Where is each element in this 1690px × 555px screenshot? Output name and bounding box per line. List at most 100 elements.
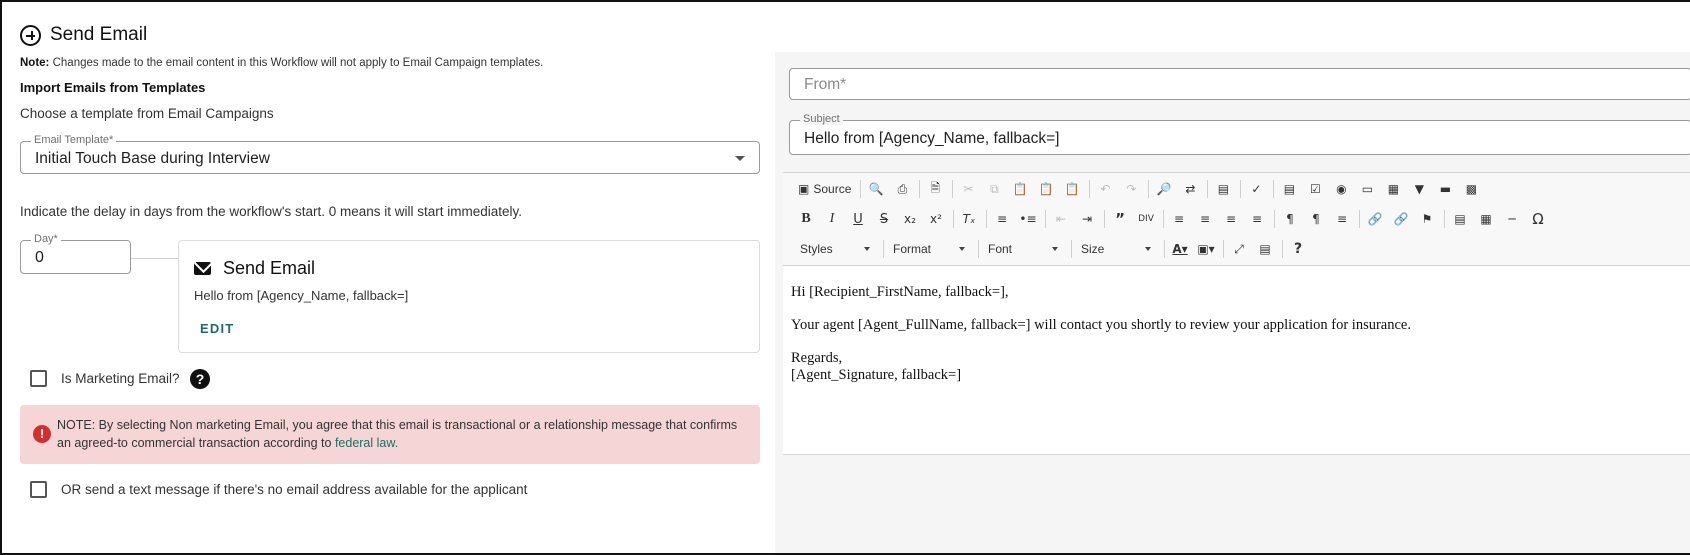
increase-indent-icon[interactable]: ⇥ [1076, 208, 1098, 230]
email-template-select[interactable]: Email Template* Initial Touch Base durin… [20, 134, 760, 174]
decrease-indent-icon[interactable]: ⇤ [1050, 208, 1072, 230]
delay-instructions: Indicate the delay in days from the work… [20, 204, 523, 219]
send-email-step-card: Send Email Hello from [Agency_Name, fall… [178, 240, 760, 353]
align-left-icon[interactable]: ≡ [1168, 208, 1190, 230]
import-heading: Import Emails from Templates [20, 80, 206, 95]
redo-icon[interactable]: ↷ [1120, 178, 1142, 200]
italic-icon[interactable]: I [821, 208, 843, 230]
federal-law-link[interactable]: federal law. [335, 436, 398, 450]
styles-dropdown[interactable]: Styles [795, 238, 875, 260]
radio-icon[interactable]: ◉ [1330, 178, 1352, 200]
sms-fallback-checkbox[interactable] [30, 481, 47, 498]
anchor-flag-icon[interactable]: ⚑ [1416, 208, 1438, 230]
link-icon[interactable]: 🔗 [1364, 208, 1386, 230]
font-dropdown[interactable]: Font [983, 238, 1063, 260]
source-button[interactable]: ▣ Source [795, 178, 854, 200]
day-value[interactable]: 0 [35, 249, 44, 267]
preview-icon[interactable]: 🔍 [865, 178, 887, 200]
format-dropdown[interactable]: Format [888, 238, 970, 260]
show-blocks-icon[interactable]: ▤ [1254, 238, 1276, 260]
button-icon[interactable]: ▬ [1434, 178, 1456, 200]
text-direction-rtl-icon[interactable]: ¶ [1305, 208, 1327, 230]
subject-value[interactable]: Hello from [Agency_Name, fallback=] [804, 130, 1059, 148]
subject-field[interactable]: Subject Hello from [Agency_Name, fallbac… [789, 113, 1690, 155]
checkbox-icon[interactable]: ☑ [1304, 178, 1326, 200]
hidden-field-icon[interactable]: ▩ [1460, 178, 1482, 200]
add-circle-icon [20, 24, 41, 46]
subscript-icon[interactable]: x₂ [899, 208, 921, 230]
form-icon[interactable]: ▤ [1278, 178, 1300, 200]
card-title: Send Email [223, 258, 316, 278]
alert-text: NOTE: By selecting Non marketing Email, … [57, 416, 747, 452]
sms-fallback-label: OR send a text message if there's no ema… [61, 482, 528, 497]
image-icon[interactable]: ▤ [1449, 208, 1471, 230]
superscript-icon[interactable]: x² [925, 208, 947, 230]
edit-button[interactable]: EDIT [200, 321, 234, 336]
error-icon: ! [33, 425, 51, 443]
unlink-icon[interactable]: 🔗 [1390, 208, 1412, 230]
paste-word-icon[interactable]: 📋 [1061, 178, 1083, 200]
align-center-icon[interactable]: ≡ [1194, 208, 1216, 230]
numbered-list-icon[interactable]: ≡ [991, 208, 1013, 230]
toolbar-divider [1089, 180, 1091, 198]
find-icon[interactable]: 🔎 [1153, 178, 1175, 200]
blockquote-icon[interactable]: ” [1109, 208, 1131, 230]
replace-icon[interactable]: ⇄ [1179, 178, 1201, 200]
print-icon[interactable]: ⎙ [891, 178, 913, 200]
help-icon[interactable]: ? [190, 369, 210, 389]
source-icon: ▣ [798, 182, 810, 196]
toolbar-row-3: Styles Format Font Size A▾ ▣▾ ⤢ ▤ ? [795, 238, 1313, 260]
toolbar-divider [1282, 240, 1283, 258]
textfield-icon[interactable]: ▭ [1356, 178, 1378, 200]
size-dropdown[interactable]: Size [1076, 238, 1156, 260]
align-right-icon[interactable]: ≡ [1220, 208, 1242, 230]
toolbar-divider [953, 210, 954, 228]
bold-icon[interactable]: B [795, 208, 817, 230]
marketing-email-checkbox[interactable] [30, 370, 47, 387]
note-prefix: Note: [20, 57, 50, 69]
toolbar-divider [1071, 240, 1072, 258]
select-field-icon[interactable]: ▼ [1408, 178, 1430, 200]
chevron-down-icon[interactable] [735, 156, 745, 161]
paste-icon[interactable]: 📋 [1009, 178, 1031, 200]
email-body-editor[interactable]: Hi [Recipient_FirstName, fallback=], You… [783, 266, 1690, 455]
copy-icon[interactable]: ⧉ [983, 178, 1005, 200]
language-icon[interactable]: ≡ [1331, 208, 1353, 230]
justify-icon[interactable]: ≡ [1246, 208, 1268, 230]
special-char-icon[interactable]: Ω [1527, 208, 1549, 230]
toolbar-divider [978, 240, 979, 258]
toolbar-divider [1223, 240, 1224, 258]
textarea-icon[interactable]: ▦ [1382, 178, 1404, 200]
spellcheck-icon[interactable]: ✓ [1245, 178, 1267, 200]
toolbar-divider [1273, 180, 1275, 198]
strikethrough-icon[interactable]: S [873, 208, 895, 230]
select-all-icon[interactable]: ▤ [1212, 178, 1234, 200]
undo-icon[interactable]: ↶ [1094, 178, 1116, 200]
toolbar-divider [1164, 240, 1165, 258]
background-color-icon[interactable]: ▣▾ [1195, 238, 1217, 260]
toolbar-divider [919, 180, 921, 198]
div-container-icon[interactable]: DIV [1135, 208, 1157, 230]
toolbar-divider [1240, 180, 1242, 198]
horizontal-line-icon[interactable]: ─ [1501, 208, 1523, 230]
table-icon[interactable]: ▦ [1475, 208, 1497, 230]
non-marketing-alert: ! NOTE: By selecting Non marketing Email… [20, 405, 760, 464]
editor-toolbar: ▣ Source 🔍 ⎙ 🗎 ✂ ⧉ 📋 📋 📋 ↶ ↷ 🔎 ⇄ ▤ ✓ ▤ ☑… [783, 172, 1690, 266]
from-field[interactable]: From* [789, 68, 1690, 100]
remove-format-icon[interactable]: Tₓ [958, 208, 980, 230]
toolbar-divider [952, 180, 954, 198]
cut-icon[interactable]: ✂ [957, 178, 979, 200]
source-label: Source [813, 182, 852, 196]
bulleted-list-icon[interactable]: •≡ [1017, 208, 1039, 230]
workflow-note: Note: Changes made to the email content … [20, 57, 543, 69]
about-icon[interactable]: ? [1287, 238, 1309, 260]
maximize-icon[interactable]: ⤢ [1228, 238, 1250, 260]
toolbar-divider [1104, 210, 1105, 228]
templates-icon[interactable]: 🗎 [924, 178, 946, 200]
text-direction-ltr-icon[interactable]: ¶ [1279, 208, 1301, 230]
underline-icon[interactable]: U [847, 208, 869, 230]
toolbar-divider [1148, 180, 1150, 198]
day-field[interactable]: Day* 0 [20, 233, 131, 274]
text-color-icon[interactable]: A▾ [1169, 238, 1191, 260]
paste-text-icon[interactable]: 📋 [1035, 178, 1057, 200]
